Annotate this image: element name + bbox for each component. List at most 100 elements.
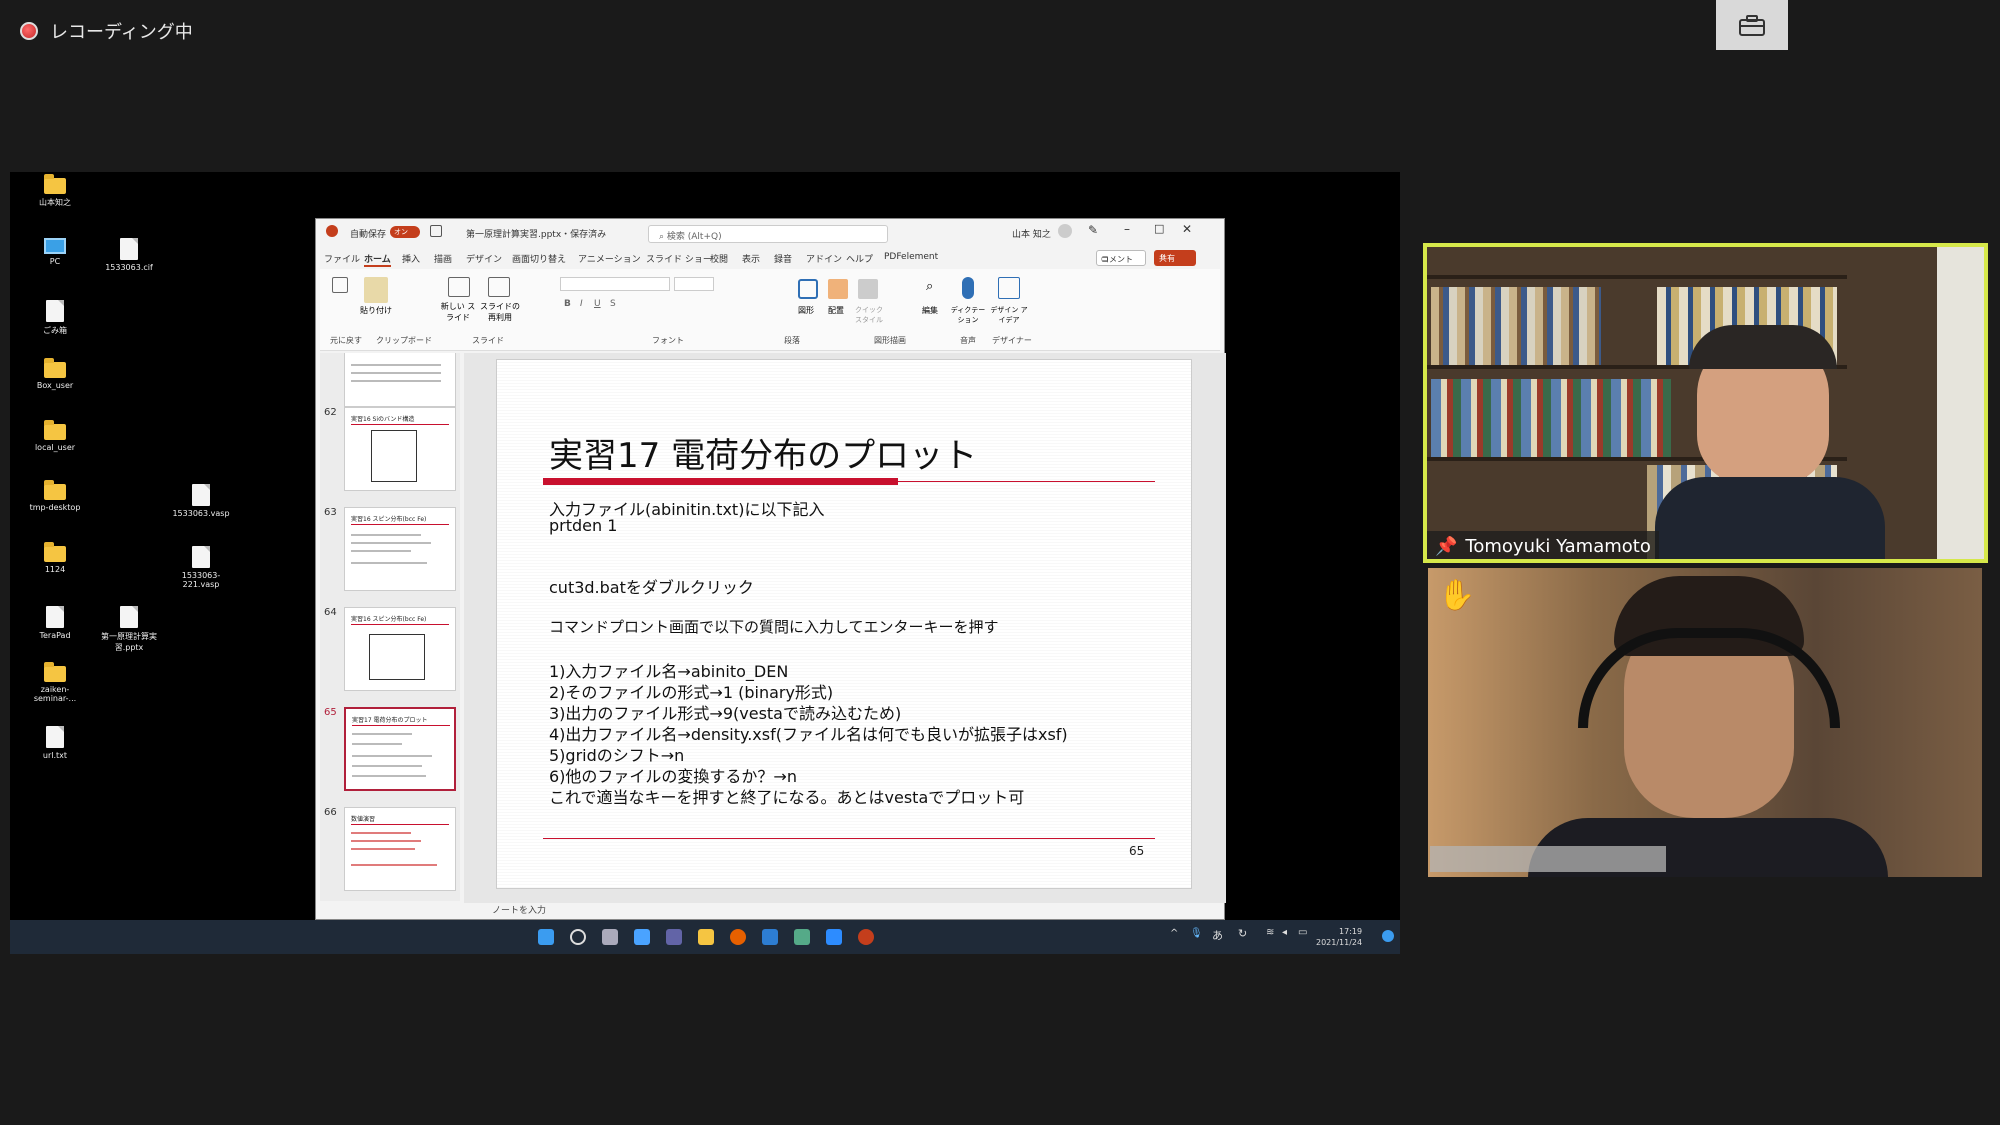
tab-file[interactable]: ファイル [324,252,360,265]
comment-button[interactable]: ▭ コメント [1096,250,1146,266]
reuse-slide-icon[interactable] [488,277,510,297]
desktop-icon-1124[interactable]: 1124 [20,542,90,574]
toolkit-button[interactable] [1716,0,1788,50]
avatar[interactable] [1058,224,1072,238]
notification-icon[interactable] [1382,930,1394,942]
chevron-up-icon[interactable]: ^ [1170,928,1178,939]
tab-draw[interactable]: 描画 [434,252,452,265]
slide-thumbnail-66[interactable]: 数値演習 [344,807,456,891]
powerpoint-icon[interactable] [858,929,874,945]
desktop-icon-vasp-221[interactable]: 1533063-221.vasp [166,546,236,589]
pc-icon [44,238,66,254]
battery-icon[interactable]: ▭ [1298,927,1307,938]
desktop-icon-zaiken[interactable]: zaiken-seminar-... [20,662,90,703]
volume-icon[interactable]: ◂ [1282,927,1287,938]
slide-text-line[interactable]: コマンドプロント画面で以下の質問に入力してエンターキーを押す [549,616,999,637]
search-input[interactable]: ⌕ 検索 (Alt+Q) [648,225,888,243]
widgets-icon[interactable] [634,929,650,945]
shared-screen: 山本知之 PC 1533063.cif ごみ箱 Box_user local_u… [10,172,1400,954]
tab-slideshow[interactable]: スライド ショー [646,252,712,265]
font-family-select[interactable] [560,277,670,291]
folder-icon [44,174,66,194]
tab-review[interactable]: 校閲 [710,252,728,265]
slide-thumbnail-64[interactable]: 実習16 スピン分布(bcc Fe) [344,607,456,691]
italic-button[interactable]: I [580,299,583,309]
teams-icon[interactable] [666,929,682,945]
tab-view[interactable]: 表示 [742,252,760,265]
slide-canvas[interactable]: 実習17 電荷分布のプロット 入力ファイル(abinitin.txt)に以下記入… [496,359,1192,889]
desktop-icon-vasp[interactable]: 1533063.vasp [166,484,236,518]
slide-text-line[interactable]: prtden 1 [549,516,617,535]
desktop-icon-local-user[interactable]: local_user [20,420,90,452]
file-explorer-icon[interactable] [698,929,714,945]
tab-help[interactable]: ヘルプ [846,252,873,265]
taskbar-clock[interactable]: 17:19 2021/11/24 [1316,926,1362,948]
pen-icon[interactable]: ✎ [1088,223,1098,237]
zoom-icon[interactable] [826,929,842,945]
file-name[interactable]: 第一原理計算実習.pptx・保存済み [466,227,606,240]
underline-button[interactable]: U [594,299,601,309]
maximize-icon[interactable]: □ [1154,222,1164,235]
slide-text-line[interactable]: cut3d.batをダブルクリック [549,574,754,598]
new-slide-icon[interactable] [448,277,470,297]
autosave-toggle[interactable]: オン [390,226,420,238]
user-name[interactable]: 山本 知之 [1012,227,1051,240]
desktop-icon-tmp-desktop[interactable]: tmp-desktop [20,480,90,512]
desktop-icon-recycle[interactable]: ごみ箱 [20,300,90,336]
slide-thumbnail-61[interactable] [344,353,456,407]
share-button[interactable]: ⇪ 共有 [1154,250,1196,266]
firefox-icon[interactable] [730,929,746,945]
desktop-icon-pptx[interactable]: 第一原理計算実習.pptx [94,606,164,653]
shadow-button[interactable]: S [610,299,616,309]
ime-indicator[interactable]: あ [1212,927,1223,943]
recording-indicator[interactable]: レコーディング中 [20,18,193,44]
sync-icon[interactable]: ↻ [1238,927,1247,940]
autosave-label: 自動保存 [350,230,387,240]
desktop-icon-folder[interactable]: 山本知之 [20,174,90,208]
close-icon[interactable]: ✕ [1182,222,1192,236]
tab-design[interactable]: デザイン [466,252,502,265]
tab-transitions[interactable]: 画面切り替え [512,252,566,265]
slide-thumbnail-65[interactable]: 実習17 電荷分布のプロット [344,707,456,791]
designer-icon[interactable] [998,277,1020,299]
bold-button[interactable]: B [564,299,571,309]
tab-home[interactable]: ホーム [364,252,391,267]
desktop-icon-url[interactable]: url.txt [20,726,90,760]
participant-video[interactable]: ✋ [1428,568,1982,877]
font-size-select[interactable] [674,277,714,291]
start-icon[interactable] [538,929,554,945]
task-view-icon[interactable] [602,929,618,945]
wifi-icon[interactable]: ≋ [1266,927,1274,938]
slide-text-line[interactable]: これで適当なキーを押すと終了になる。あとはvestaでプロット可 [549,784,1024,808]
microphone-tray-icon[interactable]: 🎙 [1190,928,1203,939]
arrange-label: 配置 [828,306,844,315]
participant-video-active-speaker[interactable]: 📌 Tomoyuki Yamamoto [1423,243,1988,563]
microphone-icon[interactable] [962,277,974,299]
desktop-icon-cif[interactable]: 1533063.cif [94,238,164,272]
group-voice: 音声 [960,336,976,345]
paste-icon[interactable] [364,277,388,303]
arrange-icon[interactable] [828,279,848,299]
quick-styles-icon[interactable] [858,279,878,299]
notes-input[interactable]: ノートを入力 [492,903,546,916]
tab-insert[interactable]: 挿入 [402,252,420,265]
undo-icon[interactable] [332,277,348,293]
desktop-icon-pc[interactable]: PC [20,238,90,266]
recording-label: レコーディング中 [50,22,193,43]
tab-record[interactable]: 録音 [774,252,792,265]
find-icon[interactable]: ⌕ [926,279,942,295]
tab-pdfelement[interactable]: PDFelement [884,252,938,262]
search-icon[interactable] [570,929,586,945]
save-icon[interactable] [430,225,442,237]
slide-thumbnail-62[interactable]: 実習16 Siのバンド構造 [344,407,456,491]
tab-animations[interactable]: アニメーション [578,252,641,265]
shapes-icon[interactable] [798,279,818,299]
mail-icon[interactable] [762,929,778,945]
tab-addins[interactable]: アドイン [806,252,842,265]
desktop-icon-terapad[interactable]: TeraPad [20,606,90,640]
slide-thumbnail-63[interactable]: 実習16 スピン分布(bcc Fe) [344,507,456,591]
minimize-icon[interactable]: – [1124,222,1130,236]
slide-title[interactable]: 実習17 電荷分布のプロット [549,428,977,477]
desktop-icon-box-user[interactable]: Box_user [20,358,90,390]
app-icon[interactable] [794,929,810,945]
